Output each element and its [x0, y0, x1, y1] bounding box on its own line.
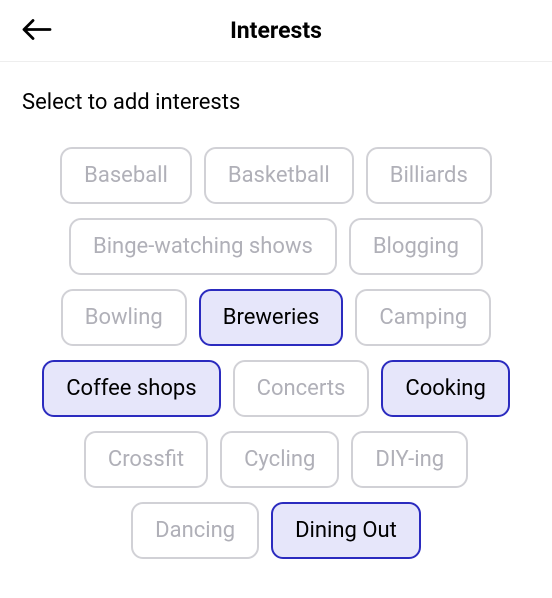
interest-chip[interactable]: DIY-ing [351, 431, 468, 488]
interest-chip[interactable]: Binge-watching shows [69, 218, 337, 275]
interest-chip[interactable]: Blogging [349, 218, 483, 275]
interest-chip[interactable]: Baseball [60, 147, 192, 204]
interest-chip[interactable]: Dining Out [271, 502, 421, 559]
back-button[interactable] [18, 14, 56, 47]
page-title: Interests [230, 17, 322, 44]
interest-chip[interactable]: Coffee shops [42, 360, 220, 417]
header: Interests [0, 0, 552, 62]
interest-chip[interactable]: Billiards [366, 147, 492, 204]
interest-chip[interactable]: Cooking [381, 360, 509, 417]
back-arrow-icon [22, 18, 52, 40]
content: Select to add interests BaseballBasketba… [0, 62, 552, 559]
interest-chip[interactable]: Cycling [220, 431, 339, 488]
interest-chip[interactable]: Crossfit [84, 431, 208, 488]
interest-chip[interactable]: Bowling [61, 289, 187, 346]
interest-chip[interactable]: Camping [355, 289, 491, 346]
interest-chip[interactable]: Breweries [199, 289, 344, 346]
interest-chip[interactable]: Dancing [131, 502, 259, 559]
interest-chip[interactable]: Basketball [204, 147, 354, 204]
instruction-text: Select to add interests [22, 90, 530, 115]
interests-list: BaseballBasketballBilliards Binge-watchin… [22, 147, 530, 559]
interest-chip[interactable]: Concerts [233, 360, 370, 417]
